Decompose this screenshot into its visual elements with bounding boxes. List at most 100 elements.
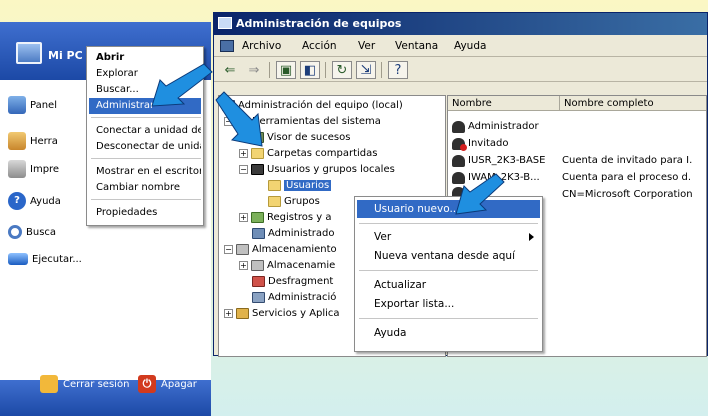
tree-device-manager[interactable]: Administrado — [252, 226, 334, 241]
help-icon: ? — [8, 192, 26, 210]
computer-icon — [222, 100, 235, 111]
shared-folder-icon — [251, 148, 264, 159]
table-row[interactable]: Administrador — [448, 119, 706, 134]
expand-icon[interactable]: + — [239, 213, 248, 222]
tree-label: Grupos — [284, 196, 320, 207]
control-panel-icon — [8, 96, 26, 114]
start-item-printers[interactable]: Impre — [0, 156, 100, 182]
start-item-control-panel[interactable]: Panel — [0, 92, 100, 118]
row-fullname: Cuenta para el proceso d. — [562, 172, 692, 183]
help-icon[interactable]: ? — [388, 61, 408, 79]
tree-disk-management[interactable]: Administració — [252, 290, 336, 305]
ctx-view[interactable]: Ver — [357, 228, 540, 246]
ctx-manage[interactable]: Administrar — [89, 98, 201, 114]
table-row[interactable]: IUSR_2K3-BASE Cuenta de invitado para I. — [448, 153, 706, 168]
column-header-fullname[interactable]: Nombre completo — [560, 96, 706, 111]
collapse-icon[interactable]: − — [239, 165, 248, 174]
ctx-help[interactable]: Ayuda — [357, 324, 540, 342]
collapse-icon[interactable]: − — [224, 245, 233, 254]
column-header-name[interactable]: Nombre — [448, 96, 560, 111]
tree-label: Almacenamie — [267, 260, 336, 271]
tree-system-tools[interactable]: − Herramientas del sistema — [224, 114, 381, 129]
tree-event-viewer[interactable]: + Visor de sucesos — [239, 130, 350, 145]
my-computer-icon[interactable] — [16, 42, 42, 64]
back-icon[interactable]: ⇐ — [220, 61, 240, 79]
removable-storage-icon — [251, 260, 264, 271]
toolbar-separator — [269, 62, 270, 78]
expand-icon[interactable]: + — [224, 309, 233, 318]
users-groups-icon — [251, 164, 264, 175]
expand-icon[interactable]: + — [239, 133, 248, 142]
ctx-open[interactable]: Abrir — [89, 50, 201, 66]
tree-label: Desfragment — [268, 276, 334, 287]
search-icon — [8, 225, 22, 239]
refresh-icon[interactable]: ↻ — [332, 61, 352, 79]
tree-services[interactable]: + Servicios y Aplica — [224, 306, 340, 321]
services-icon — [236, 308, 249, 319]
expand-icon[interactable]: + — [239, 261, 248, 270]
ctx-export-list[interactable]: Exportar lista... — [357, 295, 540, 313]
folder-icon — [268, 196, 281, 207]
row-name: Administrador — [468, 121, 539, 132]
menu-view[interactable]: Ver — [358, 40, 375, 52]
folder-icon — [268, 180, 281, 191]
start-item-label: Impre — [30, 163, 60, 175]
ctx-disconnect-drive[interactable]: Desconectar de unidad — [89, 139, 201, 155]
tree-shared-folders[interactable]: + Carpetas compartidas — [239, 146, 378, 161]
mypc-context-menu: Abrir Explorar Buscar... Administrar Con… — [86, 46, 204, 226]
ctx-refresh[interactable]: Actualizar — [357, 276, 540, 294]
menu-window[interactable]: Ventana — [395, 40, 438, 52]
tree-local-users-groups[interactable]: − Usuarios y grupos locales — [239, 162, 395, 177]
logoff-icon[interactable] — [40, 375, 58, 393]
ctx-show-desktop[interactable]: Mostrar en el escritorio — [89, 164, 201, 180]
tree-removable-storage[interactable]: + Almacenamie — [239, 258, 335, 273]
menu-file[interactable]: Archivo — [242, 40, 281, 52]
tree-label: Registros y a — [267, 212, 332, 223]
export-icon[interactable]: ⇲ — [356, 61, 376, 79]
ctx-properties[interactable]: Propiedades — [89, 205, 201, 221]
tree-groups[interactable]: Grupos — [268, 194, 320, 209]
start-item-tools[interactable]: Herra — [0, 128, 100, 154]
tree-users[interactable]: Usuarios — [268, 178, 332, 193]
ctx-explore[interactable]: Explorar — [89, 66, 201, 82]
title-bar[interactable]: Administración de equipos — [214, 13, 707, 35]
defrag-icon — [252, 276, 265, 287]
ctx-new-window[interactable]: Nueva ventana desde aquí — [357, 247, 540, 265]
forward-icon[interactable]: ⇒ — [244, 61, 264, 79]
start-item-label: Busca — [26, 226, 57, 238]
window-app-icon — [218, 17, 232, 29]
user-icon — [452, 171, 465, 184]
menu-help[interactable]: Ayuda — [454, 40, 486, 52]
tree-storage[interactable]: − Almacenamiento — [224, 242, 337, 257]
show-tree-icon[interactable]: ◧ — [300, 61, 320, 79]
ctx-separator — [91, 199, 201, 200]
up-folder-icon[interactable]: ▣ — [276, 61, 296, 79]
tree-defrag[interactable]: Desfragment — [252, 274, 333, 289]
table-row[interactable]: Invitado — [448, 136, 706, 151]
logoff-button[interactable]: Cerrar sesión — [63, 379, 129, 390]
menu-action[interactable]: Acción — [302, 40, 337, 52]
start-item-run[interactable]: Ejecutar... — [0, 246, 200, 272]
tree-label: Almacenamiento — [252, 244, 337, 255]
toolbar-separator — [381, 62, 382, 78]
ctx-map-drive[interactable]: Conectar a unidad de red — [89, 123, 201, 139]
ctx-rename[interactable]: Cambiar nombre — [89, 180, 201, 196]
tree-root[interactable]: Administración del equipo (local) — [222, 98, 403, 113]
my-computer-label[interactable]: Mi PC — [48, 49, 83, 62]
table-row[interactable]: IWAM_2K3-B... Cuenta para el proceso d. — [448, 170, 706, 185]
ctx-search[interactable]: Buscar... — [89, 82, 201, 98]
ctx-separator — [91, 158, 201, 159]
row-fullname: Cuenta de invitado para I. — [562, 155, 693, 166]
tree-label: Administrado — [268, 228, 335, 239]
ctx-new-user[interactable]: Usuario nuevo... — [357, 200, 540, 218]
start-item-help[interactable]: ? Ayuda — [0, 188, 100, 214]
start-item-search[interactable]: Busca — [0, 219, 100, 245]
shutdown-icon[interactable]: ⏻ — [138, 375, 156, 393]
tree-logs[interactable]: + Registros y a — [239, 210, 332, 225]
tree-label: Administració — [268, 292, 337, 303]
shutdown-button[interactable]: Apagar — [161, 379, 197, 390]
expand-icon[interactable]: + — [239, 149, 248, 158]
console-icon[interactable] — [220, 40, 234, 52]
row-name: IWAM_2K3-B... — [468, 172, 540, 183]
collapse-icon[interactable]: − — [224, 117, 233, 126]
